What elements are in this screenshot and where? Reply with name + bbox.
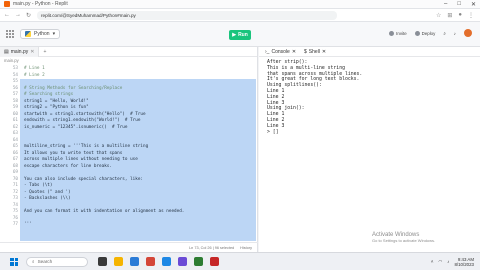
clock-date: 8/10/2023 <box>454 261 474 267</box>
breadcrumb-file[interactable]: main.py <box>4 58 19 63</box>
activate-windows-watermark: Activate Windows Go to Settings to activ… <box>372 232 435 243</box>
console-output[interactable]: After strip(): This is a multi-line stri… <box>267 60 362 135</box>
task-view-icon[interactable] <box>98 257 107 266</box>
line-number: 77 <box>12 222 18 227</box>
file-icon: ▤ <box>4 48 9 55</box>
reload-icon[interactable]: ↻ <box>26 12 31 19</box>
tab-shell[interactable]: $ Shell ✕ <box>304 49 326 55</box>
address-bar-row: ← → ↻ replit.com/@SyedMuhammad/Python#ma… <box>0 9 480 22</box>
tab-shell-label: Shell <box>308 48 320 55</box>
search-icon[interactable]: ⌕ <box>443 31 445 36</box>
maximize-icon[interactable]: □ <box>457 1 461 8</box>
browser-titlebar: main.py - Python - Replit – □ ✕ <box>0 0 480 9</box>
app-icon[interactable] <box>194 257 203 266</box>
nav-buttons: ← → ↻ <box>4 12 31 19</box>
app-icon[interactable] <box>210 257 219 266</box>
browser-tab-title[interactable]: main.py - Python - Replit <box>13 1 68 7</box>
browser-right-icons: ☆ ⊞ ● ⋮ <box>436 12 474 19</box>
app-icon[interactable] <box>178 257 187 266</box>
menu-icon[interactable]: ⋮ <box>468 12 474 19</box>
tab-console-label: Console <box>271 48 290 55</box>
user-plus-icon <box>389 30 395 36</box>
chevron-down-icon: ▾ <box>52 31 56 37</box>
close-tab-icon[interactable]: ✕ <box>30 49 34 55</box>
star-icon[interactable]: ☆ <box>436 12 441 19</box>
profile-icon[interactable]: ● <box>458 12 462 19</box>
run-label: Run <box>238 32 248 38</box>
python-icon <box>25 31 31 37</box>
deploy-label: Deploy <box>421 30 436 36</box>
breadcrumb: main.py <box>0 57 257 64</box>
tab-main-py[interactable]: ▤ main.py ✕ <box>0 46 40 57</box>
code-line: escape characters for line breaks. <box>24 163 112 169</box>
console-pane: ›_ Console ✕ $ Shell ✕ After strip(): Th… <box>259 47 480 252</box>
close-tab-icon[interactable]: ✕ <box>322 49 326 55</box>
rocket-icon <box>414 30 420 36</box>
url-text: replit.com/@SyedMuhammad/Python#main.py <box>41 12 136 18</box>
clock-time: 9:43 AM <box>457 256 474 262</box>
code-line: - Backslashes (\\) <box>24 196 71 201</box>
code-line: is_numeric = "12345".isnumeric() # True <box>24 124 128 130</box>
code-editor-pane: ▤ main.py ✕ + main.py 53 # Line 1 54 # Line… <box>0 46 258 252</box>
history-button[interactable]: History <box>240 246 252 250</box>
clock[interactable]: 9:43 AM 8/10/2023 <box>454 257 474 267</box>
chrome-icon[interactable] <box>146 257 155 266</box>
search-placeholder: Search <box>37 259 53 264</box>
run-button[interactable]: ▶ Run <box>229 30 251 40</box>
add-tab-icon[interactable]: + <box>39 49 50 55</box>
console-tabs: ›_ Console ✕ $ Shell ✕ <box>259 47 480 57</box>
system-tray: ˄ ◠ ♪ 9:43 AM 8/10/2023 <box>431 257 474 267</box>
code-line: # Line 2 <box>24 72 45 78</box>
apps-grid-icon[interactable] <box>6 30 14 38</box>
chevron-up-icon[interactable]: ˄ <box>431 259 434 264</box>
file-explorer-icon[interactable] <box>114 257 123 266</box>
tab-console[interactable]: ›_ Console ✕ <box>265 49 296 55</box>
shell-icon: $ <box>304 48 307 55</box>
toolbar-left: Python ▾ <box>6 29 61 39</box>
bell-icon[interactable]: ♪ <box>454 31 456 36</box>
replit-favicon-icon <box>4 1 10 7</box>
wifi-icon[interactable]: ◠ <box>438 259 442 265</box>
terminal-icon: ›_ <box>265 48 270 55</box>
windows-start-icon[interactable] <box>10 257 18 266</box>
watermark-subtitle: Go to Settings to activate Windows. <box>372 238 436 243</box>
editor-tabs: ▤ main.py ✕ + <box>0 46 257 57</box>
avatar[interactable] <box>464 29 472 37</box>
taskbar-search[interactable]: ⌕ Search <box>26 256 88 267</box>
code-line: ''' <box>24 222 32 227</box>
toolbar-right: Invite Deploy ⌕ ♪ <box>389 29 472 37</box>
volume-icon[interactable]: ♪ <box>447 259 449 264</box>
window-controls: – □ ✕ <box>444 1 476 8</box>
language-selector[interactable]: Python ▾ <box>20 29 61 39</box>
close-tab-icon[interactable]: ✕ <box>292 49 296 55</box>
code-area[interactable]: 53 # Line 1 54 # Line 2 55 56 # String Methods… <box>0 64 258 242</box>
url-field[interactable]: replit.com/@SyedMuhammad/Python#main.py <box>37 10 338 20</box>
invite-button[interactable]: Invite <box>389 30 407 36</box>
deploy-button[interactable]: Deploy <box>414 30 436 36</box>
minimize-icon[interactable]: – <box>444 1 447 8</box>
tab-label: main.py <box>10 48 29 55</box>
editor-status-bar: Ln 73, Col 26 | 96 selected History <box>0 242 258 252</box>
code-line: And you can format it with indentation o… <box>24 209 185 214</box>
invite-label: Invite <box>396 30 407 36</box>
search-icon: ⌕ <box>32 259 35 264</box>
edge-icon[interactable] <box>130 257 139 266</box>
windows-taskbar: ⌕ Search ˄ ◠ ♪ 9:43 AM 8/10/2023 <box>0 252 480 270</box>
language-label: Python <box>34 31 50 37</box>
cursor-position: Ln 73, Col 26 | 96 selected <box>189 245 235 250</box>
play-icon: ▶ <box>232 32 237 38</box>
back-icon[interactable]: ← <box>4 12 10 19</box>
taskbar-apps <box>98 257 219 266</box>
forward-icon[interactable]: → <box>15 12 21 19</box>
store-icon[interactable] <box>162 257 171 266</box>
extensions-icon[interactable]: ⊞ <box>447 12 452 19</box>
close-icon[interactable]: ✕ <box>471 1 476 8</box>
